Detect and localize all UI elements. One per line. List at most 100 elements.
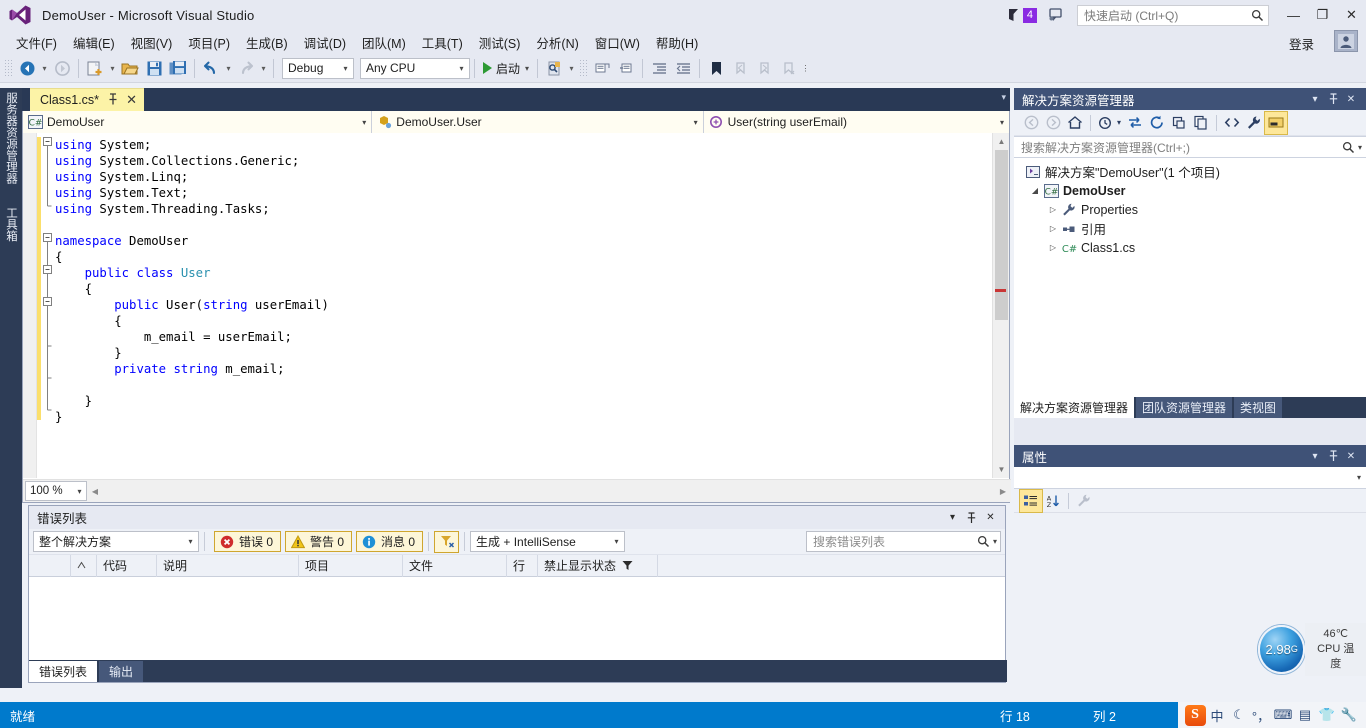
- tab-class-view[interactable]: 类视图: [1234, 397, 1283, 418]
- tab-list-dropdown-icon[interactable]: ▾: [1001, 92, 1006, 103]
- properties-grid[interactable]: [1014, 513, 1366, 720]
- clear-filter-icon[interactable]: [434, 530, 460, 553]
- solution-configuration-combo[interactable]: Debug ▾: [282, 57, 354, 79]
- uncomment-selection-icon[interactable]: [614, 57, 638, 80]
- show-all-files-icon[interactable]: [1190, 112, 1212, 134]
- refresh-icon[interactable]: [1146, 112, 1168, 134]
- toolbar-grip[interactable]: [4, 59, 12, 77]
- chinese-mode-icon[interactable]: 中: [1206, 704, 1228, 726]
- column-header-code[interactable]: 代码: [97, 554, 157, 577]
- next-bookmark-icon[interactable]: [752, 57, 776, 80]
- quick-launch-input[interactable]: 快速启动 (Ctrl+Q): [1077, 4, 1269, 26]
- chevron-down-icon[interactable]: ▾: [1358, 143, 1362, 152]
- skin-shirt-icon[interactable]: 👕: [1316, 704, 1338, 726]
- pin-icon[interactable]: [1324, 90, 1342, 108]
- menu-item-team[interactable]: 团队(M): [354, 30, 414, 55]
- start-debugging-button[interactable]: 启动 ▾: [479, 57, 533, 80]
- pin-icon[interactable]: [107, 93, 119, 107]
- window-dropdown-icon[interactable]: ▾: [1306, 447, 1324, 465]
- punctuation-icon[interactable]: °，: [1250, 704, 1272, 726]
- close-icon[interactable]: ✕: [1342, 447, 1360, 465]
- tab-team-explorer[interactable]: 团队资源管理器: [1136, 397, 1233, 418]
- previous-bookmark-icon[interactable]: [728, 57, 752, 80]
- categorized-view-icon[interactable]: [1019, 488, 1043, 513]
- close-button[interactable]: ✕: [1337, 2, 1366, 28]
- navbar-type-combo[interactable]: DemoUser.User ▾: [372, 111, 704, 133]
- pin-icon[interactable]: [1324, 447, 1342, 465]
- collapse-all-icon[interactable]: [1168, 112, 1190, 134]
- navbar-project-combo[interactable]: C# DemoUser ▾: [23, 111, 373, 133]
- scroll-down-icon[interactable]: ▼: [994, 462, 1009, 477]
- vertical-scroll-thumb[interactable]: [995, 150, 1008, 320]
- error-scope-combo[interactable]: 整个解决方案 ▾: [33, 531, 199, 552]
- chevron-down-icon[interactable]: ◢: [1028, 186, 1042, 195]
- find-in-files-icon[interactable]: [542, 57, 566, 80]
- navbar-member-combo[interactable]: User(string userEmail) ▾: [703, 111, 1009, 133]
- save-icon[interactable]: [142, 57, 166, 80]
- open-file-icon[interactable]: [118, 57, 142, 80]
- tab-solution-explorer[interactable]: 解决方案资源管理器: [1014, 397, 1135, 418]
- redo-dropdown[interactable]: ▾: [258, 57, 269, 80]
- sync-with-active-document-icon[interactable]: [1124, 112, 1146, 134]
- scroll-up-icon[interactable]: ▲: [994, 134, 1009, 149]
- soft-keyboard-icon[interactable]: ⌨: [1272, 704, 1294, 726]
- properties-wrench-icon[interactable]: [1243, 112, 1265, 134]
- tree-item-solution[interactable]: 解决方案"DemoUser"(1 个项目): [1014, 162, 1366, 181]
- chevron-right-icon[interactable]: ▷: [1046, 224, 1060, 233]
- sidebar-item-toolbox[interactable]: 工具箱: [0, 203, 22, 263]
- find-dropdown[interactable]: ▾: [566, 57, 577, 80]
- messages-toggle-button[interactable]: 消息 0: [356, 531, 424, 552]
- send-feedback-icon[interactable]: [1047, 6, 1069, 24]
- sogou-ime-icon[interactable]: S: [1184, 704, 1206, 726]
- menu-item-tools[interactable]: 工具(T): [414, 30, 471, 55]
- chevron-down-icon[interactable]: ▾: [1117, 118, 1121, 127]
- tree-item-project-demouser[interactable]: ◢ C# DemoUser: [1014, 181, 1366, 200]
- column-header-blank[interactable]: [29, 554, 71, 577]
- scroll-right-icon[interactable]: ▶: [995, 487, 1011, 496]
- alphabetical-sort-icon[interactable]: AZ: [1042, 490, 1064, 512]
- menu-item-analyze[interactable]: 分析(N): [528, 30, 586, 55]
- tab-error-list[interactable]: 错误列表: [29, 661, 98, 682]
- column-header-project[interactable]: 项目: [299, 554, 403, 577]
- forward-icon[interactable]: [1042, 112, 1064, 134]
- property-pages-wrench-icon[interactable]: [1073, 490, 1095, 512]
- view-code-icon[interactable]: [1221, 112, 1243, 134]
- solution-tree[interactable]: 解决方案"DemoUser"(1 个项目) ◢ C# DemoUser ▷ Pr…: [1014, 158, 1366, 397]
- menu-item-edit[interactable]: 编辑(E): [65, 30, 123, 55]
- column-header-suppression[interactable]: 禁止显示状态: [538, 554, 658, 577]
- chevron-right-icon[interactable]: ▷: [1046, 205, 1060, 214]
- bookmark-icon[interactable]: [704, 57, 728, 80]
- solution-platform-combo[interactable]: Any CPU ▾: [360, 57, 470, 79]
- column-header-line[interactable]: 行: [507, 554, 538, 577]
- toolbar-overflow-icon[interactable]: ⋮: [800, 57, 811, 80]
- notifications-button[interactable]: 4: [1007, 7, 1037, 23]
- maximize-button[interactable]: ❐: [1308, 2, 1337, 28]
- back-icon[interactable]: [1020, 112, 1042, 134]
- increase-indent-icon[interactable]: [647, 57, 671, 80]
- tree-item-properties[interactable]: ▷ Properties: [1014, 200, 1366, 219]
- build-filter-combo[interactable]: 生成 + IntelliSense ▾: [470, 531, 626, 552]
- chevron-down-icon[interactable]: ▾: [993, 537, 997, 546]
- filter-icon[interactable]: [622, 560, 633, 571]
- close-icon[interactable]: ✕: [125, 92, 138, 108]
- half-width-moon-icon[interactable]: ☾: [1228, 704, 1250, 726]
- close-icon[interactable]: ✕: [1342, 90, 1360, 108]
- editor-zoom-combo[interactable]: 100 % ▾: [25, 481, 87, 501]
- menu-item-file[interactable]: 文件(F): [8, 30, 65, 55]
- save-all-icon[interactable]: [166, 57, 190, 80]
- sidebar-item-server-explorer[interactable]: 服务器资源管理器: [0, 88, 22, 198]
- menu-item-debug[interactable]: 调试(D): [296, 30, 354, 55]
- menu-item-help[interactable]: 帮助(H): [648, 30, 706, 55]
- chevron-down-icon[interactable]: ▾: [525, 64, 529, 73]
- column-header-description[interactable]: 说明: [157, 554, 299, 577]
- new-project-dropdown[interactable]: ▾: [107, 57, 118, 80]
- scroll-left-icon[interactable]: ◀: [87, 487, 103, 496]
- minimize-button[interactable]: —: [1279, 2, 1308, 28]
- error-search-input[interactable]: 搜索错误列表 ▾: [806, 531, 1001, 552]
- document-tab-class1[interactable]: Class1.cs* ✕: [30, 88, 145, 111]
- solution-explorer-search-input[interactable]: 搜索解决方案资源管理器(Ctrl+;) ▾: [1014, 136, 1366, 158]
- column-header-file[interactable]: 文件: [403, 554, 507, 577]
- properties-object-selector[interactable]: ▾: [1014, 467, 1366, 489]
- undo-dropdown[interactable]: ▾: [223, 57, 234, 80]
- navigate-back-dropdown[interactable]: ▾: [39, 57, 50, 80]
